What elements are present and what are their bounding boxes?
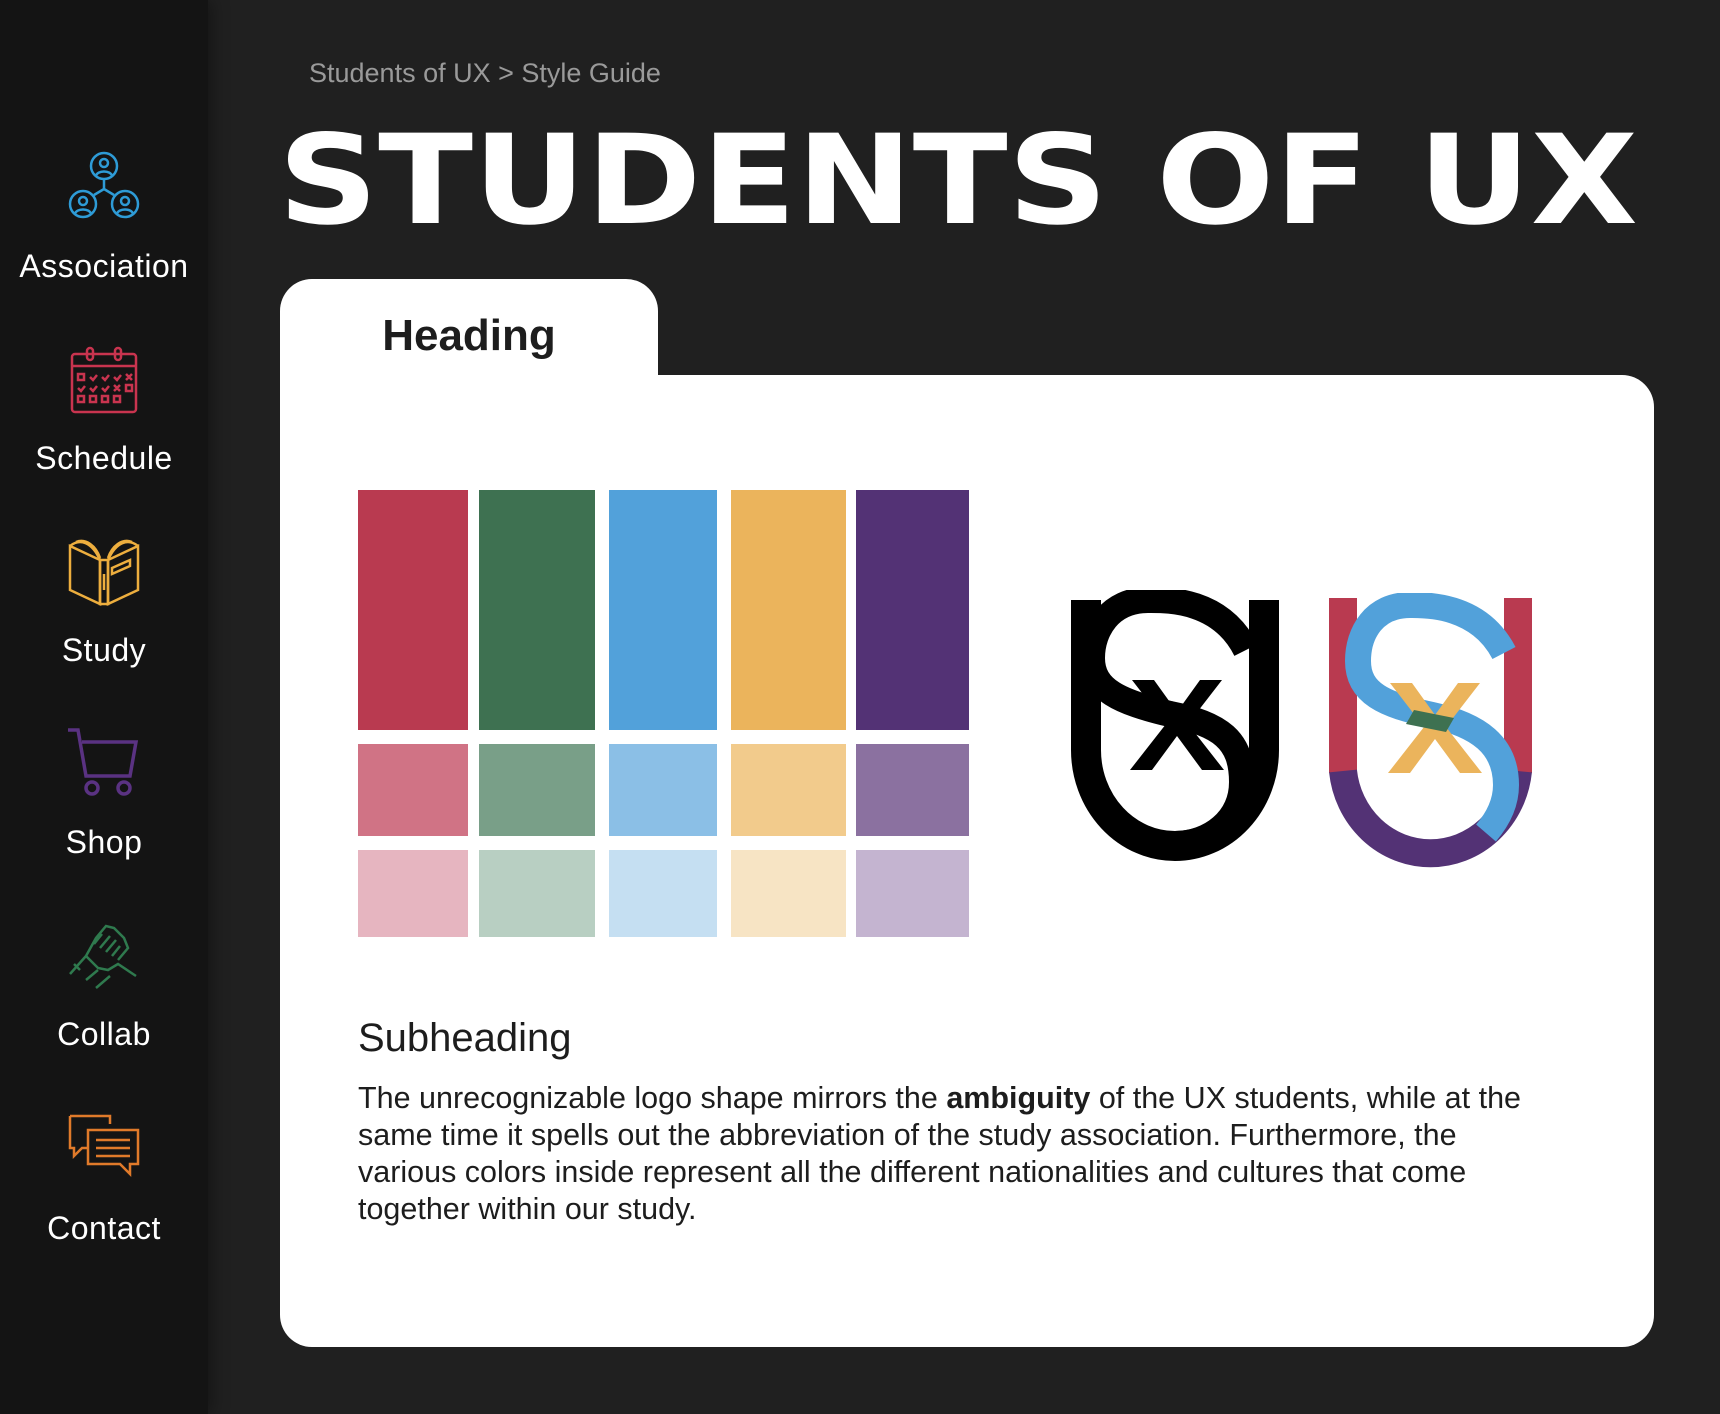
logo-black bbox=[1071, 590, 1279, 861]
svg-text:STUDENTS OF UX: STUDENTS OF UX bbox=[278, 128, 1638, 228]
tab-heading[interactable]: Heading bbox=[280, 279, 658, 389]
handshake-icon bbox=[69, 924, 137, 989]
color-swatch-light bbox=[479, 850, 595, 937]
sidebar-item-shop[interactable]: Shop bbox=[0, 726, 208, 906]
breadcrumb: Students of UX > Style Guide bbox=[309, 58, 661, 88]
book-icon bbox=[68, 539, 140, 606]
color-swatch-light bbox=[731, 850, 846, 937]
tab-label: Heading bbox=[382, 311, 556, 360]
color-swatch-primary bbox=[479, 490, 595, 730]
color-swatch-primary bbox=[358, 490, 468, 730]
sidebar-item-contact[interactable]: Contact bbox=[0, 1112, 208, 1292]
sidebar-item-label: Schedule bbox=[35, 440, 173, 476]
color-swatch-light bbox=[609, 850, 717, 937]
chat-icon bbox=[68, 1114, 140, 1178]
subheading: Subheading bbox=[358, 1016, 572, 1060]
sidebar-item-collab[interactable]: Collab bbox=[0, 918, 208, 1098]
color-swatch-primary bbox=[609, 490, 717, 730]
cart-icon bbox=[68, 728, 139, 796]
sidebar-item-association[interactable]: Association bbox=[0, 150, 208, 330]
sidebar-item-study[interactable]: Study bbox=[0, 534, 208, 714]
color-swatch-light bbox=[358, 850, 468, 937]
color-swatch-primary bbox=[731, 490, 846, 730]
sidebar: Association Schedule Study Shop Collab C… bbox=[0, 0, 208, 1414]
sidebar-item-label: Association bbox=[19, 248, 189, 284]
sidebar-item-label: Study bbox=[61, 632, 147, 668]
style-guide-card: Subheading The unrecognizable logo shape… bbox=[280, 375, 1654, 1347]
color-swatch-primary bbox=[856, 490, 969, 730]
sidebar-item-label: Shop bbox=[65, 824, 143, 860]
color-swatch-medium bbox=[856, 744, 969, 836]
color-swatch-medium bbox=[358, 744, 468, 836]
sidebar-item-label: Contact bbox=[47, 1210, 161, 1246]
sidebar-item-label: Collab bbox=[57, 1016, 151, 1052]
description-text: The unrecognizable logo shape mirrors th… bbox=[358, 1080, 1558, 1228]
color-swatch-medium bbox=[731, 744, 846, 836]
sidebar-item-schedule[interactable]: Schedule bbox=[0, 342, 208, 522]
color-swatch-medium bbox=[609, 744, 717, 836]
description-emphasis: ambiguity bbox=[946, 1081, 1091, 1115]
calendar-icon bbox=[70, 346, 138, 414]
page-title: STUDENTS OF UX bbox=[278, 128, 1638, 228]
color-swatch-medium bbox=[479, 744, 595, 836]
logo-color bbox=[1329, 593, 1532, 868]
description-part: The unrecognizable logo shape mirrors th… bbox=[358, 1081, 947, 1115]
association-icon bbox=[68, 151, 140, 219]
color-swatch-light bbox=[856, 850, 969, 937]
